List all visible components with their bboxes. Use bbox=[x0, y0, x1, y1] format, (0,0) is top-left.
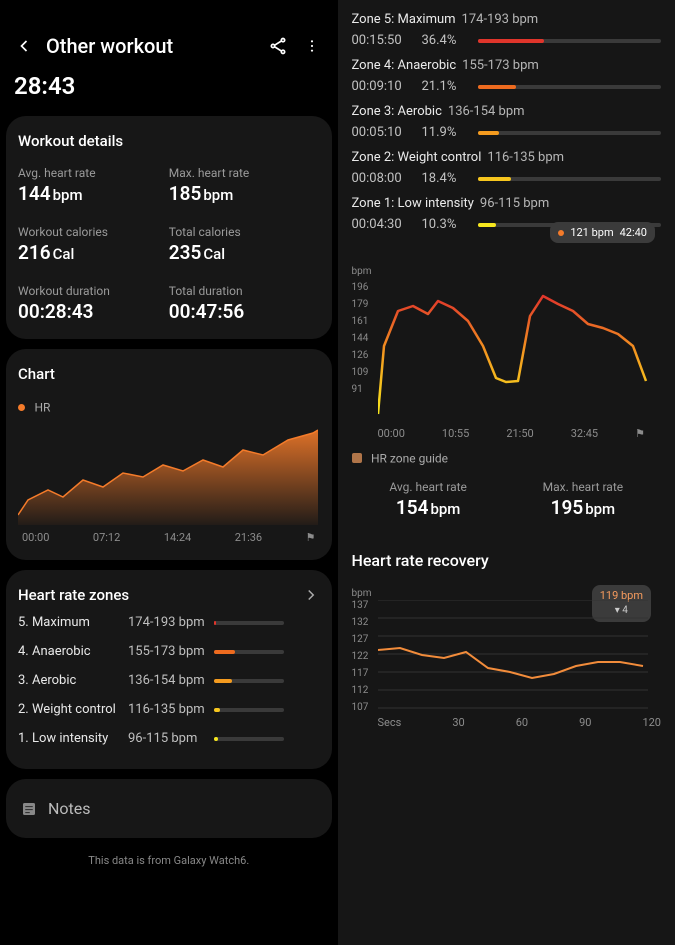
zone-bar bbox=[478, 85, 662, 89]
share-icon[interactable] bbox=[268, 36, 288, 56]
zone-block: Zone 2: Weight control116-135 bpm 00:08:0… bbox=[352, 150, 662, 186]
back-icon[interactable] bbox=[14, 36, 34, 56]
zone-duration: 00:15:50 bbox=[352, 33, 422, 48]
metric-avg-hr: Avg. heart rate 144bpm bbox=[18, 166, 169, 205]
hr-zone-row: 5. Maximum174-193 bpm bbox=[18, 608, 320, 637]
zone-title: Zone 1: Low intensity96-115 bpm bbox=[352, 196, 662, 211]
zone-bar bbox=[478, 177, 662, 181]
zone-pct: 11.9% bbox=[422, 125, 478, 140]
zone-title: Zone 3: Aerobic136-154 bpm bbox=[352, 104, 662, 119]
zone-title: Zone 5: Maximum174-193 bpm bbox=[352, 12, 662, 27]
flag-icon: ⚑ bbox=[635, 427, 645, 440]
metric-total-cal: Total calories 235Cal bbox=[169, 225, 320, 264]
metric-total-dur: Total duration 00:47:56 bbox=[169, 284, 320, 323]
footer-text: This data is from Galaxy Watch6. bbox=[0, 848, 338, 873]
zone-bar bbox=[478, 131, 662, 135]
hr-zone-bar bbox=[214, 621, 284, 625]
zone-title: Zone 2: Weight control116-135 bpm bbox=[352, 150, 662, 165]
notes-label: Notes bbox=[48, 799, 91, 818]
zone-pct: 36.4% bbox=[422, 33, 478, 48]
hr-zone-bar bbox=[214, 737, 284, 741]
hr-zone-name: 5. Maximum bbox=[18, 615, 128, 630]
zone-pct: 18.4% bbox=[422, 171, 478, 186]
hr-zone-bar bbox=[214, 708, 284, 712]
hr-recovery-card[interactable]: Heart rate recovery 119 bpm ▾ 4 bpm 137 … bbox=[352, 547, 662, 729]
hr-zone-range: 136-154 bpm bbox=[128, 673, 214, 688]
hr-tooltip: 121 bpm 42:40 bbox=[550, 222, 655, 243]
chart-x-axis: 00:00 07:12 14:24 21:36 ⚑ bbox=[18, 531, 320, 544]
hr-zone-range: 96-115 bpm bbox=[128, 731, 214, 746]
hr-zone-row: 1. Low intensity96-115 bpm bbox=[18, 724, 320, 753]
metric-max-hr: Max. heart rate 185bpm bbox=[169, 166, 320, 205]
chart-title: Chart bbox=[18, 365, 320, 383]
hr-zone-row: 2. Weight control116-135 bpm bbox=[18, 695, 320, 724]
hr-zones-title: Heart rate zones bbox=[18, 586, 129, 604]
hr-zone-range: 174-193 bpm bbox=[128, 615, 214, 630]
zone-pct: 10.3% bbox=[422, 217, 478, 232]
zone-title: Zone 4: Anaerobic155-173 bpm bbox=[352, 58, 662, 73]
more-icon[interactable] bbox=[300, 36, 324, 56]
zone-block: Zone 5: Maximum174-193 bpm 00:15:5036.4% bbox=[352, 12, 662, 48]
note-icon bbox=[20, 800, 38, 818]
max-hr-stat: Max. heart rate 195bpm bbox=[543, 480, 624, 519]
hr-zone-range: 155-173 bpm bbox=[128, 644, 214, 659]
hr-zone-bar bbox=[214, 650, 284, 654]
hr-zone-name: 1. Low intensity bbox=[18, 731, 128, 746]
metric-workout-cal: Workout calories 216Cal bbox=[18, 225, 169, 264]
hr-zones-card[interactable]: Heart rate zones 5. Maximum174-193 bpm4.… bbox=[6, 570, 332, 769]
hr-zone-row: 3. Aerobic136-154 bpm bbox=[18, 666, 320, 695]
page-title: Other workout bbox=[46, 34, 173, 58]
hr-zone-name: 3. Aerobic bbox=[18, 673, 128, 688]
hr-legend: HR bbox=[34, 400, 50, 414]
hr-zone-graph[interactable]: 121 bpm 42:40 bpm 196 179 161 144 126 10… bbox=[352, 256, 662, 519]
hr-zone-bar bbox=[214, 679, 284, 683]
hr-legend-dot bbox=[18, 404, 25, 411]
zone-duration: 00:08:00 bbox=[352, 171, 422, 186]
hr-zone-name: 4. Anaerobic bbox=[18, 644, 128, 659]
tooltip-dot-icon bbox=[558, 230, 564, 236]
zone-bar bbox=[478, 39, 662, 43]
header: Other workout bbox=[0, 0, 338, 68]
metric-workout-dur: Workout duration 00:28:43 bbox=[18, 284, 169, 323]
zone-block: Zone 3: Aerobic136-154 bpm 00:05:1011.9% bbox=[352, 104, 662, 140]
hr-chart-card[interactable]: Chart HR 00:00 07:12 14:24 21:36 bbox=[6, 349, 332, 560]
zone-pct: 21.1% bbox=[422, 79, 478, 94]
zone-duration: 00:04:30 bbox=[352, 217, 422, 232]
workout-details-card: Workout details Avg. heart rate 144bpm M… bbox=[6, 116, 332, 339]
hr-area-chart[interactable]: 00:00 07:12 14:24 21:36 ⚑ bbox=[18, 425, 320, 544]
recovery-title: Heart rate recovery bbox=[352, 551, 662, 570]
zone-duration: 00:05:10 bbox=[352, 125, 422, 140]
chevron-right-icon[interactable] bbox=[302, 586, 320, 604]
notes-card[interactable]: Notes bbox=[6, 779, 332, 838]
hr-zone-legend-sq bbox=[352, 453, 362, 463]
hr-zone-legend: HR zone guide bbox=[371, 451, 448, 465]
hr-zone-row: 4. Anaerobic155-173 bpm bbox=[18, 637, 320, 666]
hr-zone-range: 116-135 bpm bbox=[128, 702, 214, 717]
zone-duration: 00:09:10 bbox=[352, 79, 422, 94]
workout-time: 28:43 bbox=[0, 68, 338, 116]
flag-icon: ⚑ bbox=[306, 531, 316, 544]
details-title: Workout details bbox=[18, 132, 320, 150]
avg-hr-stat: Avg. heart rate 154bpm bbox=[389, 480, 467, 519]
zone-block: Zone 4: Anaerobic155-173 bpm 00:09:1021.1… bbox=[352, 58, 662, 94]
hr-zone-name: 2. Weight control bbox=[18, 702, 128, 717]
